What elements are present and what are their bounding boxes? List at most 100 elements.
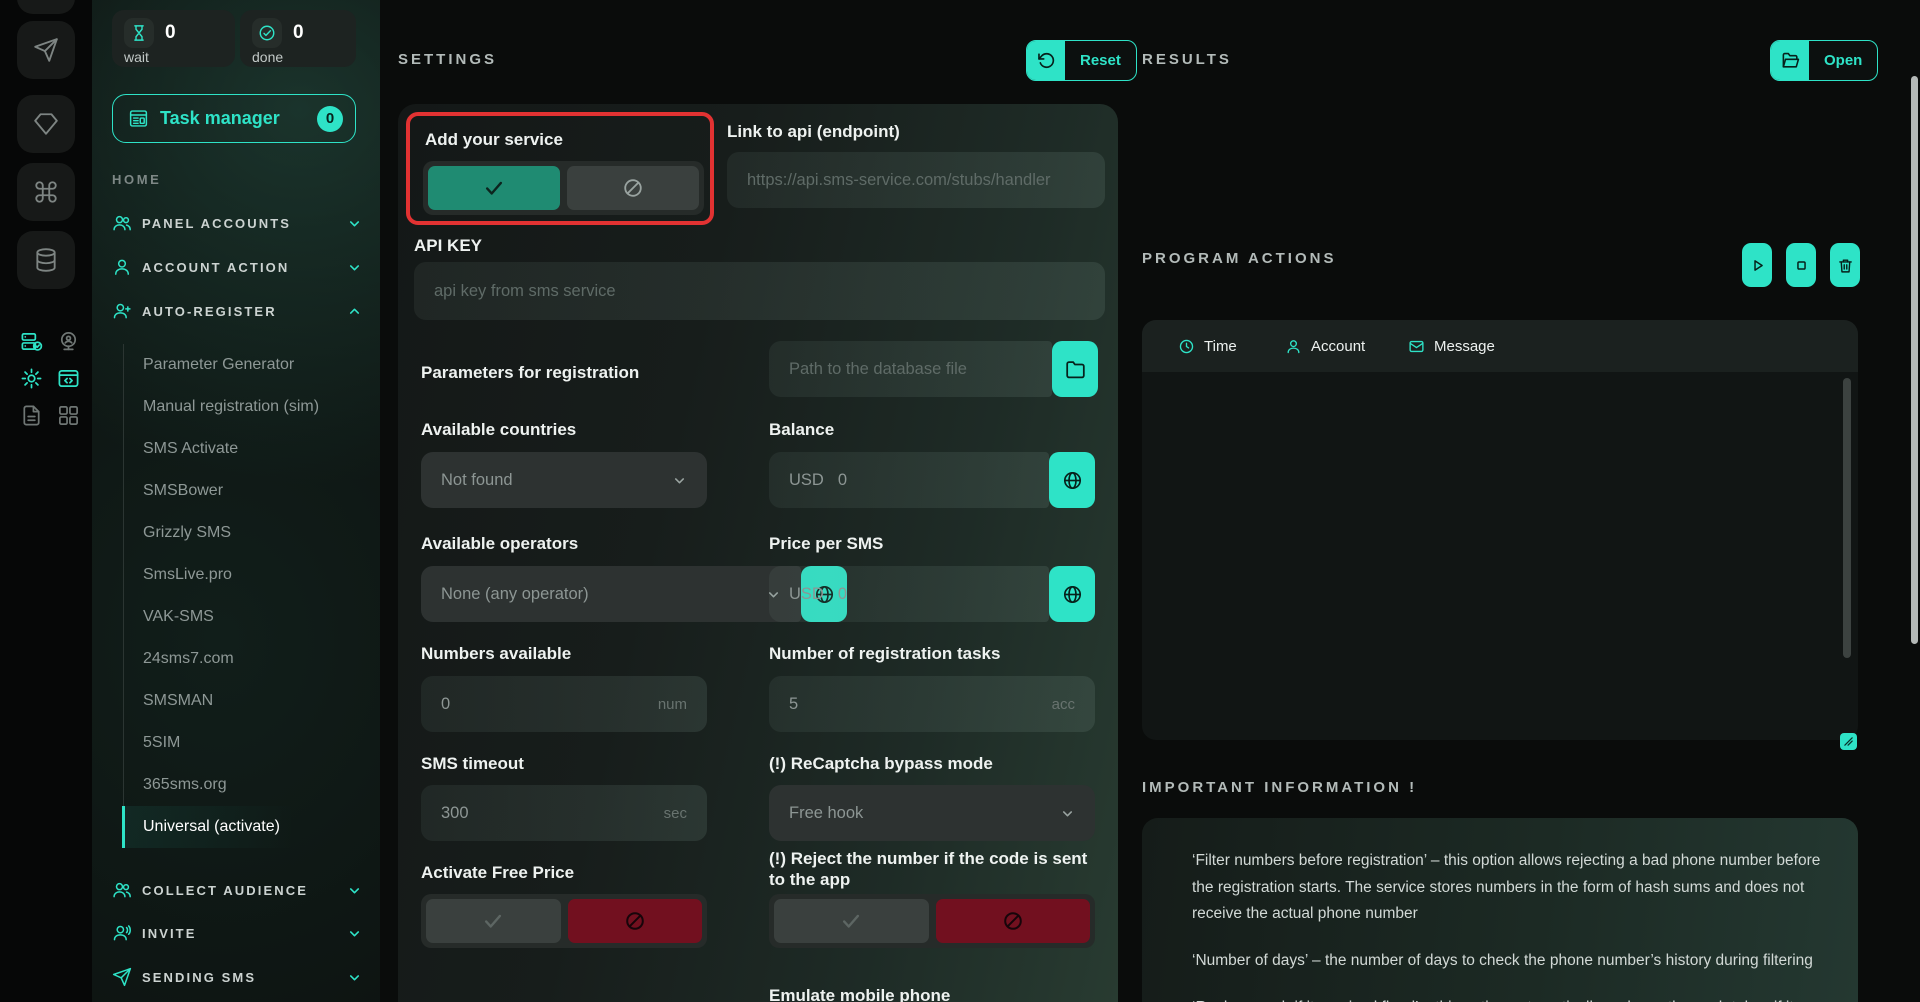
recaptcha-mode-select[interactable]: Free hook bbox=[769, 785, 1095, 841]
params-label: Parameters for registration bbox=[421, 362, 639, 383]
sidebar-item-sending-sms[interactable]: SENDING SMS bbox=[112, 959, 362, 995]
important-info-card: ‘Filter numbers before registration’ – t… bbox=[1142, 818, 1858, 1002]
submenu-item[interactable]: Parameter Generator bbox=[124, 344, 369, 386]
toggle-no-button[interactable] bbox=[568, 899, 703, 943]
emulate-phone-label: Emulate mobile phone bbox=[769, 985, 950, 1002]
balance-value: 0 bbox=[838, 471, 847, 490]
chevron-down-icon bbox=[347, 260, 362, 275]
user-voice-icon bbox=[112, 923, 132, 943]
link-api-field[interactable] bbox=[727, 152, 1105, 208]
premium-button[interactable] bbox=[17, 95, 75, 153]
table-resize-handle[interactable] bbox=[1840, 733, 1857, 750]
submenu-item[interactable]: Grizzly SMS bbox=[124, 512, 369, 554]
folder-icon bbox=[1065, 359, 1086, 380]
submenu-item[interactable]: 24sms7.com bbox=[124, 638, 369, 680]
link-api-input[interactable] bbox=[747, 171, 1085, 190]
numbers-available-value: 0 bbox=[441, 695, 450, 714]
sidebar-item-collect-audience[interactable]: COLLECT AUDIENCE bbox=[112, 872, 362, 908]
send-icon bbox=[112, 967, 132, 987]
users-icon bbox=[112, 880, 132, 900]
grid-icon[interactable] bbox=[57, 404, 80, 427]
sms-timeout-field[interactable]: 300 sec bbox=[421, 785, 707, 841]
check-icon bbox=[840, 910, 862, 932]
reset-button[interactable]: Reset bbox=[1026, 40, 1137, 81]
ban-icon bbox=[624, 910, 646, 932]
price-currency: USD bbox=[789, 585, 824, 604]
clear-button[interactable] bbox=[1830, 243, 1860, 287]
reject-number-toggle bbox=[769, 894, 1095, 948]
sidebar-item-auto-register[interactable]: AUTO-REGISTER bbox=[112, 293, 362, 329]
add-service-label: Add your service bbox=[425, 129, 563, 150]
submenu-item[interactable]: 5SIM bbox=[124, 722, 369, 764]
sidebar-item-label: AUTO-REGISTER bbox=[142, 304, 277, 319]
user-plus-icon bbox=[112, 301, 132, 321]
database-button[interactable] bbox=[17, 231, 75, 289]
sidebar-item-panel-accounts[interactable]: PANEL ACCOUNTS bbox=[112, 205, 362, 241]
toggle-yes-button[interactable] bbox=[774, 899, 929, 943]
recaptcha-mode-label: (!) ReCaptcha bypass mode bbox=[769, 753, 993, 774]
sidebar-item-account-action[interactable]: ACCOUNT ACTION bbox=[112, 249, 362, 285]
users-icon bbox=[112, 213, 132, 233]
submenu-item[interactable]: SmsLive.pro bbox=[124, 554, 369, 596]
numbers-available-field[interactable]: 0 num bbox=[421, 676, 707, 732]
table-header-row: Time Account Message bbox=[1142, 320, 1858, 372]
db-path-group bbox=[769, 341, 1098, 397]
info-paragraph: ‘Number of days’ – the number of days to… bbox=[1192, 948, 1832, 975]
table-scrollbar-thumb[interactable] bbox=[1843, 378, 1851, 658]
db-path-field[interactable] bbox=[769, 341, 1052, 397]
api-key-field[interactable] bbox=[414, 262, 1105, 320]
mail-icon bbox=[1408, 338, 1425, 355]
hourglass-icon bbox=[124, 18, 154, 48]
price-field[interactable]: USD 0 bbox=[769, 566, 1049, 622]
stop-button[interactable] bbox=[1786, 243, 1816, 287]
countries-select[interactable]: Not found bbox=[421, 452, 707, 508]
settings-panel: Add your service Link to api (endpoint) … bbox=[398, 104, 1118, 1002]
task-manager-button[interactable]: Task manager 0 bbox=[112, 94, 356, 143]
sidebar-item-invite[interactable]: INVITE bbox=[112, 915, 362, 951]
page-scrollbar-thumb[interactable] bbox=[1911, 76, 1918, 644]
chevron-down-icon bbox=[347, 216, 362, 231]
submenu-item[interactable]: 365sms.org bbox=[124, 764, 369, 806]
icon-rail bbox=[0, 0, 92, 1002]
database-icon bbox=[33, 247, 59, 273]
chevron-down-icon bbox=[672, 473, 687, 488]
submenu-item[interactable]: SMS Activate bbox=[124, 428, 369, 470]
program-actions-table: Time Account Message bbox=[1142, 320, 1858, 740]
toggle-no-button[interactable] bbox=[936, 899, 1091, 943]
rail-button-partial[interactable] bbox=[17, 0, 75, 14]
info-paragraph: ‘Replace push if it received flood’ – th… bbox=[1192, 995, 1832, 1002]
chevron-up-icon bbox=[347, 304, 362, 319]
command-button[interactable] bbox=[17, 163, 75, 221]
balance-field[interactable]: USD 0 bbox=[769, 452, 1049, 508]
api-key-input[interactable] bbox=[434, 282, 1085, 301]
submenu-item[interactable]: VAK-SMS bbox=[124, 596, 369, 638]
globe-icon bbox=[1062, 584, 1083, 605]
operators-select[interactable]: None (any operator) bbox=[421, 566, 801, 622]
send-nav-button[interactable] bbox=[17, 21, 75, 79]
file-icon[interactable] bbox=[20, 404, 43, 427]
server-check-icon[interactable] bbox=[20, 330, 43, 353]
toggle-no-button[interactable] bbox=[567, 166, 699, 210]
code-window-icon[interactable] bbox=[57, 367, 80, 390]
balance-refresh-button[interactable] bbox=[1049, 452, 1095, 508]
toggle-yes-button[interactable] bbox=[428, 166, 560, 210]
submenu-item[interactable]: SMSMAN bbox=[124, 680, 369, 722]
toggle-yes-button[interactable] bbox=[426, 899, 561, 943]
user-icon bbox=[112, 257, 132, 277]
webcam-icon[interactable] bbox=[57, 330, 80, 353]
sms-timeout-label: SMS timeout bbox=[421, 753, 524, 774]
sms-timeout-value: 300 bbox=[441, 804, 469, 823]
gear-icon[interactable] bbox=[20, 367, 43, 390]
db-path-input[interactable] bbox=[789, 360, 1032, 379]
browse-file-button[interactable] bbox=[1052, 341, 1098, 397]
start-button[interactable] bbox=[1742, 243, 1772, 287]
column-account: Account bbox=[1285, 338, 1408, 355]
submenu-item[interactable]: SMSBower bbox=[124, 470, 369, 512]
submenu-item[interactable]: Manual registration (sim) bbox=[124, 386, 369, 428]
open-button[interactable]: Open bbox=[1770, 40, 1878, 81]
info-paragraph: ‘Filter numbers before registration’ – t… bbox=[1192, 848, 1832, 928]
submenu-item-selected[interactable]: Universal (activate) bbox=[122, 806, 369, 848]
home-section-label: HOME bbox=[112, 172, 161, 187]
registration-tasks-field[interactable]: 5 acc bbox=[769, 676, 1095, 732]
price-refresh-button[interactable] bbox=[1049, 566, 1095, 622]
